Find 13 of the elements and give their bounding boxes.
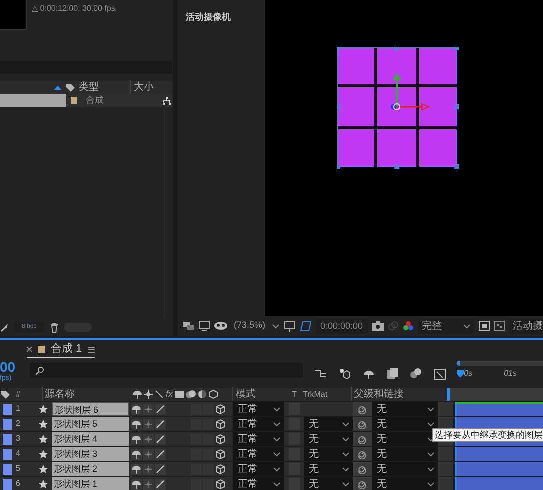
layer-number: 2: [16, 418, 22, 430]
layer-number: 1: [16, 403, 22, 415]
ruler-label: 0s: [464, 368, 474, 380]
ruler-label: 01s: [504, 368, 517, 380]
tooltip: 选择要从中继承变换的图层: [432, 428, 543, 442]
layer-number: 3: [16, 433, 22, 445]
layer-number: 4: [16, 448, 22, 460]
layer-number: 5: [16, 463, 22, 475]
column-header: fx: [166, 388, 174, 401]
layer-number: 6: [16, 478, 22, 490]
viewer-title: 活动摄像机: [186, 12, 231, 22]
item-type: 合成: [86, 94, 104, 107]
comp-info: △ 0:00:12:00, 30.00 fps: [32, 3, 116, 15]
